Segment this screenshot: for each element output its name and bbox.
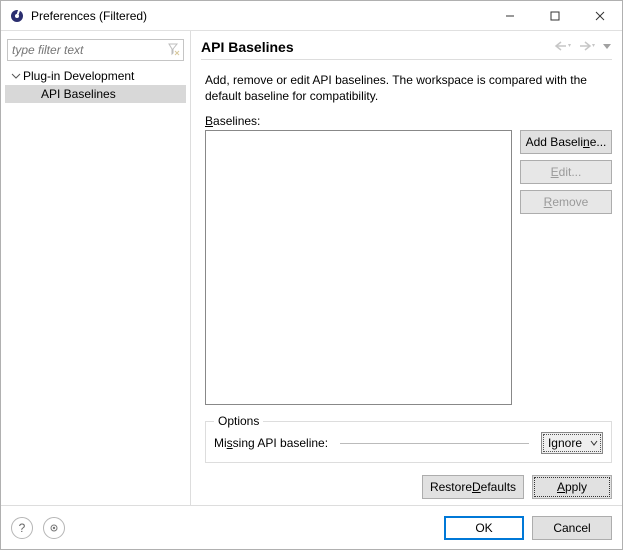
clear-filter-icon[interactable] <box>166 42 180 59</box>
window-controls <box>487 1 622 30</box>
ok-button[interactable]: OK <box>444 516 524 540</box>
titlebar: Preferences (Filtered) <box>1 1 622 31</box>
missing-baseline-label: Missing API baseline: <box>214 436 328 450</box>
menu-button[interactable] <box>602 41 612 51</box>
edit-baseline-button: Edit... <box>520 160 612 184</box>
options-group-title: Options <box>214 414 263 428</box>
window-title: Preferences (Filtered) <box>31 9 487 23</box>
footer-left: ? <box>11 517 65 539</box>
dialog-footer: ? OK Cancel <box>1 505 622 549</box>
main-panel: API Baselines Add, remove or edit API ba… <box>191 31 622 505</box>
maximize-button[interactable] <box>532 1 577 30</box>
baselines-list[interactable] <box>205 130 512 405</box>
minimize-button[interactable] <box>487 1 532 30</box>
baselines-buttons: Add Baseline... Edit... Remove <box>520 130 612 405</box>
help-button[interactable]: ? <box>11 517 33 539</box>
add-baseline-button[interactable]: Add Baseline... <box>520 130 612 154</box>
close-button[interactable] <box>577 1 622 30</box>
filter-wrapper <box>7 39 184 61</box>
page-footer: Restore Defaults Apply <box>191 467 622 505</box>
missing-baseline-row: Missing API baseline: Ignore <box>214 432 603 454</box>
dialog-body: Plug-in Development API Baselines API Ba… <box>1 31 622 505</box>
options-section: Options Missing API baseline: Ignore <box>205 415 612 463</box>
content-area: Add, remove or edit API baselines. The w… <box>191 60 622 467</box>
app-icon <box>9 8 25 24</box>
cancel-button[interactable]: Cancel <box>532 516 612 540</box>
filter-input[interactable] <box>7 39 184 61</box>
footer-right: OK Cancel <box>444 516 612 540</box>
restore-defaults-button[interactable]: Restore Defaults <box>422 475 524 499</box>
collapse-icon[interactable] <box>9 71 23 81</box>
tree-item-plugin-dev[interactable]: Plug-in Development <box>5 67 186 85</box>
tree-item-api-baselines[interactable]: API Baselines <box>5 85 186 103</box>
filler-line <box>340 443 529 444</box>
page-header: API Baselines <box>191 31 622 59</box>
forward-button[interactable] <box>578 40 596 52</box>
remove-baseline-button: Remove <box>520 190 612 214</box>
back-button[interactable] <box>554 40 572 52</box>
chevron-down-icon <box>590 436 598 450</box>
apply-button[interactable]: Apply <box>532 475 612 499</box>
page-description: Add, remove or edit API baselines. The w… <box>205 72 612 104</box>
options-group: Options Missing API baseline: Ignore <box>205 421 612 463</box>
page-title: API Baselines <box>201 39 554 55</box>
missing-baseline-select[interactable]: Ignore <box>541 432 603 454</box>
tree-item-label: API Baselines <box>39 87 118 101</box>
header-toolbar <box>554 40 612 52</box>
sidebar: Plug-in Development API Baselines <box>1 31 191 505</box>
baselines-row: Add Baseline... Edit... Remove <box>205 130 612 405</box>
preference-tree[interactable]: Plug-in Development API Baselines <box>5 67 186 499</box>
tree-item-label: Plug-in Development <box>23 69 134 83</box>
baselines-label: Baselines: <box>205 114 612 128</box>
select-value: Ignore <box>548 436 582 450</box>
import-export-button[interactable] <box>43 517 65 539</box>
preferences-window: Preferences (Filtered) Plug-in Developme… <box>0 0 623 550</box>
